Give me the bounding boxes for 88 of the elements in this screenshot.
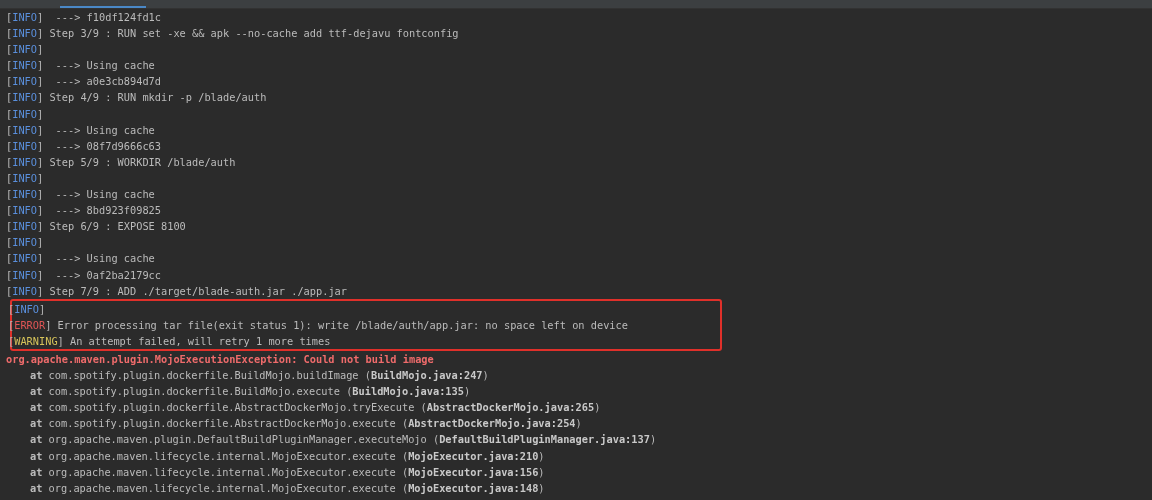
log-bracket: [ — [6, 284, 13, 297]
log-level: INFO — [12, 139, 37, 152]
log-bracket: [ — [6, 43, 13, 56]
log-message: ] Step 5/9 : WORKDIR /blade/auth — [37, 155, 236, 168]
log-level: WARNING — [14, 334, 58, 347]
exception-message: org.apache.maven.plugin.MojoExecutionException: Could not build image — [6, 352, 434, 365]
log-message: ] — [39, 302, 46, 315]
log-message: ] ---> Using cache — [37, 123, 155, 136]
log-bracket: [ — [6, 11, 13, 23]
stack-location: (MojoExecutor.java:148) — [401, 481, 545, 494]
log-bracket: [ — [8, 334, 15, 347]
log-message: ] ---> 8bd923f09825 — [37, 204, 161, 217]
log-bracket: [ — [6, 75, 13, 88]
log-bracket: [ — [6, 59, 13, 72]
log-bracket: [ — [6, 171, 13, 184]
log-bracket: [ — [6, 91, 13, 104]
log-message: ] Step 7/9 : ADD ./target/blade-auth.jar ./app.jar — [37, 284, 347, 297]
log-bracket: [ — [6, 123, 13, 136]
log-level: INFO — [12, 123, 37, 136]
stack-method: com.spotify.plugin.dockerfile.BuildMojo.execute — [48, 385, 340, 398]
log-message: ] An attempt failed, will retry 1 more times — [57, 334, 331, 347]
stack-method: com.spotify.plugin.dockerfile.AbstractDockerMojo.tryExecute — [48, 401, 415, 414]
stack-at: at — [30, 401, 43, 414]
stack-location: (DefaultBuildPluginManager.java:137) — [432, 433, 657, 446]
log-bracket: [ — [6, 204, 13, 217]
stack-location: (MojoExecutor.java:210) — [401, 449, 545, 462]
log-level: INFO — [12, 59, 37, 72]
log-level: INFO — [14, 302, 39, 315]
log-bracket: [ — [6, 27, 13, 40]
log-message: ] — [37, 43, 44, 56]
log-level: INFO — [12, 188, 37, 201]
log-message: ] ---> 08f7d9666c63 — [37, 139, 161, 152]
log-level: INFO — [12, 171, 37, 184]
log-level: INFO — [12, 11, 37, 23]
stack-location: (MojoExecutor.java:156) — [401, 465, 545, 478]
log-level: INFO — [12, 155, 37, 168]
stack-at: at — [30, 465, 43, 478]
stack-at: at — [30, 481, 43, 494]
stack-method: org.apache.maven.lifecycle.internal.MojoExecutor.execute — [48, 481, 396, 494]
log-level: INFO — [12, 236, 37, 249]
log-level: INFO — [12, 107, 37, 120]
log-message: ] — [37, 171, 44, 184]
log-level: INFO — [12, 252, 37, 265]
stack-at: at — [30, 385, 43, 398]
log-message: ] ---> f10df124fd1c — [37, 11, 161, 23]
stack-location: (BuildMojo.java:135) — [346, 385, 471, 398]
log-message: ] Error processing tar file(exit status 1): write /blade/auth/app.jar: no space left on device — [45, 318, 628, 331]
log-message: ] Step 3/9 : RUN set -xe && apk --no-cache add ttf-dejavu fontconfig — [37, 27, 459, 40]
log-bracket: [ — [8, 302, 15, 315]
log-level: INFO — [12, 268, 37, 281]
log-bracket: [ — [6, 252, 13, 265]
log-level: ERROR — [14, 318, 46, 331]
stack-at: at — [30, 369, 43, 382]
log-bracket: [ — [6, 139, 13, 152]
stack-method: com.spotify.plugin.dockerfile.BuildMojo.buildImage — [48, 369, 359, 382]
log-level: INFO — [12, 220, 37, 233]
log-level: INFO — [12, 284, 37, 297]
log-bracket: [ — [6, 236, 13, 249]
stack-method: com.spotify.plugin.dockerfile.AbstractDockerMojo.execute — [48, 417, 396, 430]
stack-at: at — [30, 433, 43, 446]
stack-at: at — [30, 417, 43, 430]
stack-location: (AbstractDockerMojo.java:265) — [420, 401, 601, 414]
log-bracket: [ — [6, 188, 13, 201]
log-level: INFO — [12, 204, 37, 217]
log-bracket: [ — [6, 220, 13, 233]
log-message: ] — [37, 236, 44, 249]
log-bracket: [ — [8, 318, 15, 331]
log-message: ] Step 4/9 : RUN mkdir -p /blade/auth — [37, 91, 267, 104]
stack-method: org.apache.maven.lifecycle.internal.MojoExecutor.execute — [48, 449, 396, 462]
log-level: INFO — [12, 43, 37, 56]
log-message: ] ---> Using cache — [37, 188, 155, 201]
log-level: INFO — [12, 75, 37, 88]
stack-at: at — [30, 449, 43, 462]
log-bracket: [ — [6, 155, 13, 168]
log-bracket: [ — [6, 107, 13, 120]
log-message: ] Step 6/9 : EXPOSE 8100 — [37, 220, 186, 233]
log-level: INFO — [12, 91, 37, 104]
log-message: ] — [37, 107, 44, 120]
stack-location: (BuildMojo.java:247) — [364, 369, 489, 382]
log-level: INFO — [12, 27, 37, 40]
stack-location: (AbstractDockerMojo.java:254) — [401, 417, 582, 430]
stack-method: org.apache.maven.plugin.DefaultBuildPluginManager.executeMojo — [48, 433, 427, 446]
log-bracket: [ — [6, 268, 13, 281]
log-message: ] ---> a0e3cb894d7d — [37, 75, 161, 88]
log-message: ] ---> Using cache — [37, 59, 155, 72]
log-message: ] ---> 0af2ba2179cc — [37, 268, 161, 281]
stack-method: org.apache.maven.lifecycle.internal.MojoExecutor.execute — [48, 465, 396, 478]
log-message: ] ---> Using cache — [37, 252, 155, 265]
